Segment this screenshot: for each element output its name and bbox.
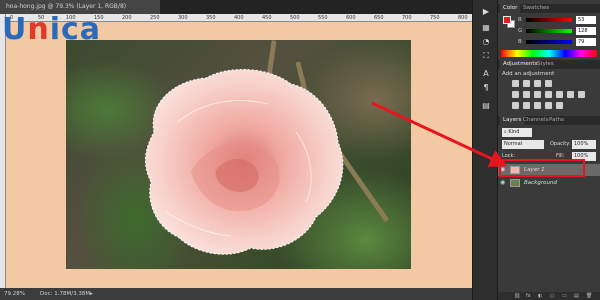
ruler-tick-label: 400 xyxy=(234,15,244,21)
brightness-icon[interactable] xyxy=(512,80,519,87)
canvas-area[interactable] xyxy=(6,22,472,288)
layers-panel-tabs: Layers Channels Paths xyxy=(498,116,600,125)
doc-size: Doc: 1.78M/3.38M xyxy=(40,291,91,297)
tab-paths[interactable]: Paths xyxy=(546,116,567,125)
tab-swatches[interactable]: Swatches xyxy=(520,4,552,13)
document-tab-title: hoa-hong.jpg @ 79.3% (Layer 1, RGB/8) xyxy=(6,3,127,10)
color-panel-tabs: Color Swatches xyxy=(498,4,600,13)
trash-icon[interactable]: 🗑 xyxy=(586,292,592,300)
layer-name: Background xyxy=(524,180,557,186)
new-layer-icon[interactable]: ▤ xyxy=(574,292,579,300)
adjustment-layer-icon[interactable]: ◐ xyxy=(538,292,542,300)
ruler-tick-label: 350 xyxy=(206,15,216,21)
photoshop-window: hoa-hong.jpg @ 79.3% (Layer 1, RGB/8) 05… xyxy=(0,0,600,300)
brand-logo: Unica xyxy=(2,12,102,47)
properties-icon[interactable]: ▤ xyxy=(479,100,493,112)
levels-icon[interactable] xyxy=(523,80,530,87)
mask-icon[interactable]: ○ xyxy=(550,292,554,300)
color-lookup-icon[interactable] xyxy=(578,91,585,98)
history-icon[interactable]: ▦ xyxy=(479,22,493,34)
selective-color-icon[interactable] xyxy=(556,102,563,109)
fx-icon[interactable]: fx xyxy=(526,292,531,300)
ruler-tick-label: 300 xyxy=(178,15,188,21)
layers-panel: Layers Channels Paths ⌕ Kind Normal Opac… xyxy=(498,116,600,300)
fill-value: 100% xyxy=(574,153,589,159)
visibility-eye-icon[interactable]: ◉ xyxy=(500,164,505,176)
adjustments-panel-tabs: Adjustments Styles xyxy=(498,60,600,69)
threshold-icon[interactable] xyxy=(534,102,541,109)
foreground-color-swatch[interactable] xyxy=(503,16,511,24)
layer-name: Layer 1 xyxy=(524,167,545,173)
fill-label: Fill: xyxy=(556,153,565,159)
blue-slider[interactable] xyxy=(526,40,572,44)
ruler-tick-label: 700 xyxy=(402,15,412,21)
tab-styles[interactable]: Styles xyxy=(534,60,557,69)
layers-bottom-toolbar: ⛓ fx ◐ ○ ▭ ▤ 🗑 xyxy=(498,292,600,300)
black-white-icon[interactable] xyxy=(545,91,552,98)
link-layers-icon[interactable]: ⛓ xyxy=(514,292,520,300)
ruler-tick-label: 800 xyxy=(458,15,468,21)
clone-source-icon[interactable]: ⛶ xyxy=(479,50,493,62)
channel-label: R xyxy=(518,17,522,23)
status-bar: 79.28% Doc: 1.78M/3.38M ▸ xyxy=(0,288,472,300)
paragraph-icon[interactable]: ¶ xyxy=(479,82,493,94)
status-menu-arrow-icon[interactable]: ▸ xyxy=(90,288,93,300)
exposure-icon[interactable] xyxy=(545,80,552,87)
channel-label: B xyxy=(518,39,522,45)
blend-mode-select[interactable]: Normal xyxy=(502,140,544,149)
channel-mixer-icon[interactable] xyxy=(567,91,574,98)
right-panels: Color Swatches R 53 G 128 B 79 Adjustmen… xyxy=(498,0,600,300)
ruler-tick-label: 600 xyxy=(346,15,356,21)
curves-icon[interactable] xyxy=(534,80,541,87)
color-balance-icon[interactable] xyxy=(534,91,541,98)
layer-row-layer1[interactable]: ◉ Layer 1 xyxy=(498,164,600,176)
layer-filter-value: Kind xyxy=(508,129,520,135)
opacity-input[interactable]: 100% xyxy=(572,140,596,149)
character-icon[interactable]: A xyxy=(479,68,493,80)
ruler-tick-label: 750 xyxy=(430,15,440,21)
red-slider[interactable] xyxy=(526,18,572,22)
brush-preset-icon[interactable]: ◔ xyxy=(479,36,493,48)
channel-label: G xyxy=(518,28,523,34)
blue-channel-row: B 79 xyxy=(518,38,598,46)
panel-icon-strip: ▶ ▦ ◔ ⛶ A ¶ ▤ xyxy=(472,0,498,300)
posterize-icon[interactable] xyxy=(523,102,530,109)
adjustments-title: Add an adjustment xyxy=(502,71,555,77)
blue-value[interactable]: 79 xyxy=(576,38,596,46)
ruler-tick-label: 550 xyxy=(318,15,328,21)
layer-thumbnail xyxy=(510,179,520,187)
visibility-eye-icon[interactable]: ◉ xyxy=(500,177,505,189)
opacity-label: Opacity: xyxy=(550,141,571,147)
lock-label: Lock: xyxy=(502,153,516,159)
layer-thumbnail xyxy=(510,166,520,174)
green-slider[interactable] xyxy=(526,29,572,33)
collapse-icon[interactable]: ▶ xyxy=(479,6,493,18)
invert-icon[interactable] xyxy=(512,102,519,109)
ruler-tick-label: 500 xyxy=(290,15,300,21)
ruler-tick-label: 650 xyxy=(374,15,384,21)
hue-saturation-icon[interactable] xyxy=(523,91,530,98)
color-spectrum[interactable] xyxy=(501,50,597,57)
tab-color[interactable]: Color xyxy=(500,4,521,13)
ruler-tick-label: 200 xyxy=(122,15,132,21)
layer-filter-select[interactable]: ⌕ Kind xyxy=(502,128,532,137)
zoom-level[interactable]: 79.28% xyxy=(4,288,25,300)
vibrance-icon[interactable] xyxy=(512,91,519,98)
gradient-map-icon[interactable] xyxy=(545,102,552,109)
layer-row-background[interactable]: ◉ Background xyxy=(498,177,600,189)
ruler-tick-label: 250 xyxy=(150,15,160,21)
photo-filter-icon[interactable] xyxy=(556,91,563,98)
new-group-icon[interactable]: ▭ xyxy=(562,292,567,300)
green-channel-row: G 128 xyxy=(518,27,598,35)
fill-input[interactable]: 100% xyxy=(572,152,596,161)
red-channel-row: R 53 xyxy=(518,16,598,24)
ruler-tick-label: 450 xyxy=(262,15,272,21)
green-value[interactable]: 128 xyxy=(576,27,596,35)
blend-mode-value: Normal xyxy=(504,141,523,147)
opacity-value: 100% xyxy=(574,141,589,147)
red-value[interactable]: 53 xyxy=(576,16,596,24)
adjustment-icon-grid xyxy=(512,80,598,113)
rose-image xyxy=(144,68,344,255)
